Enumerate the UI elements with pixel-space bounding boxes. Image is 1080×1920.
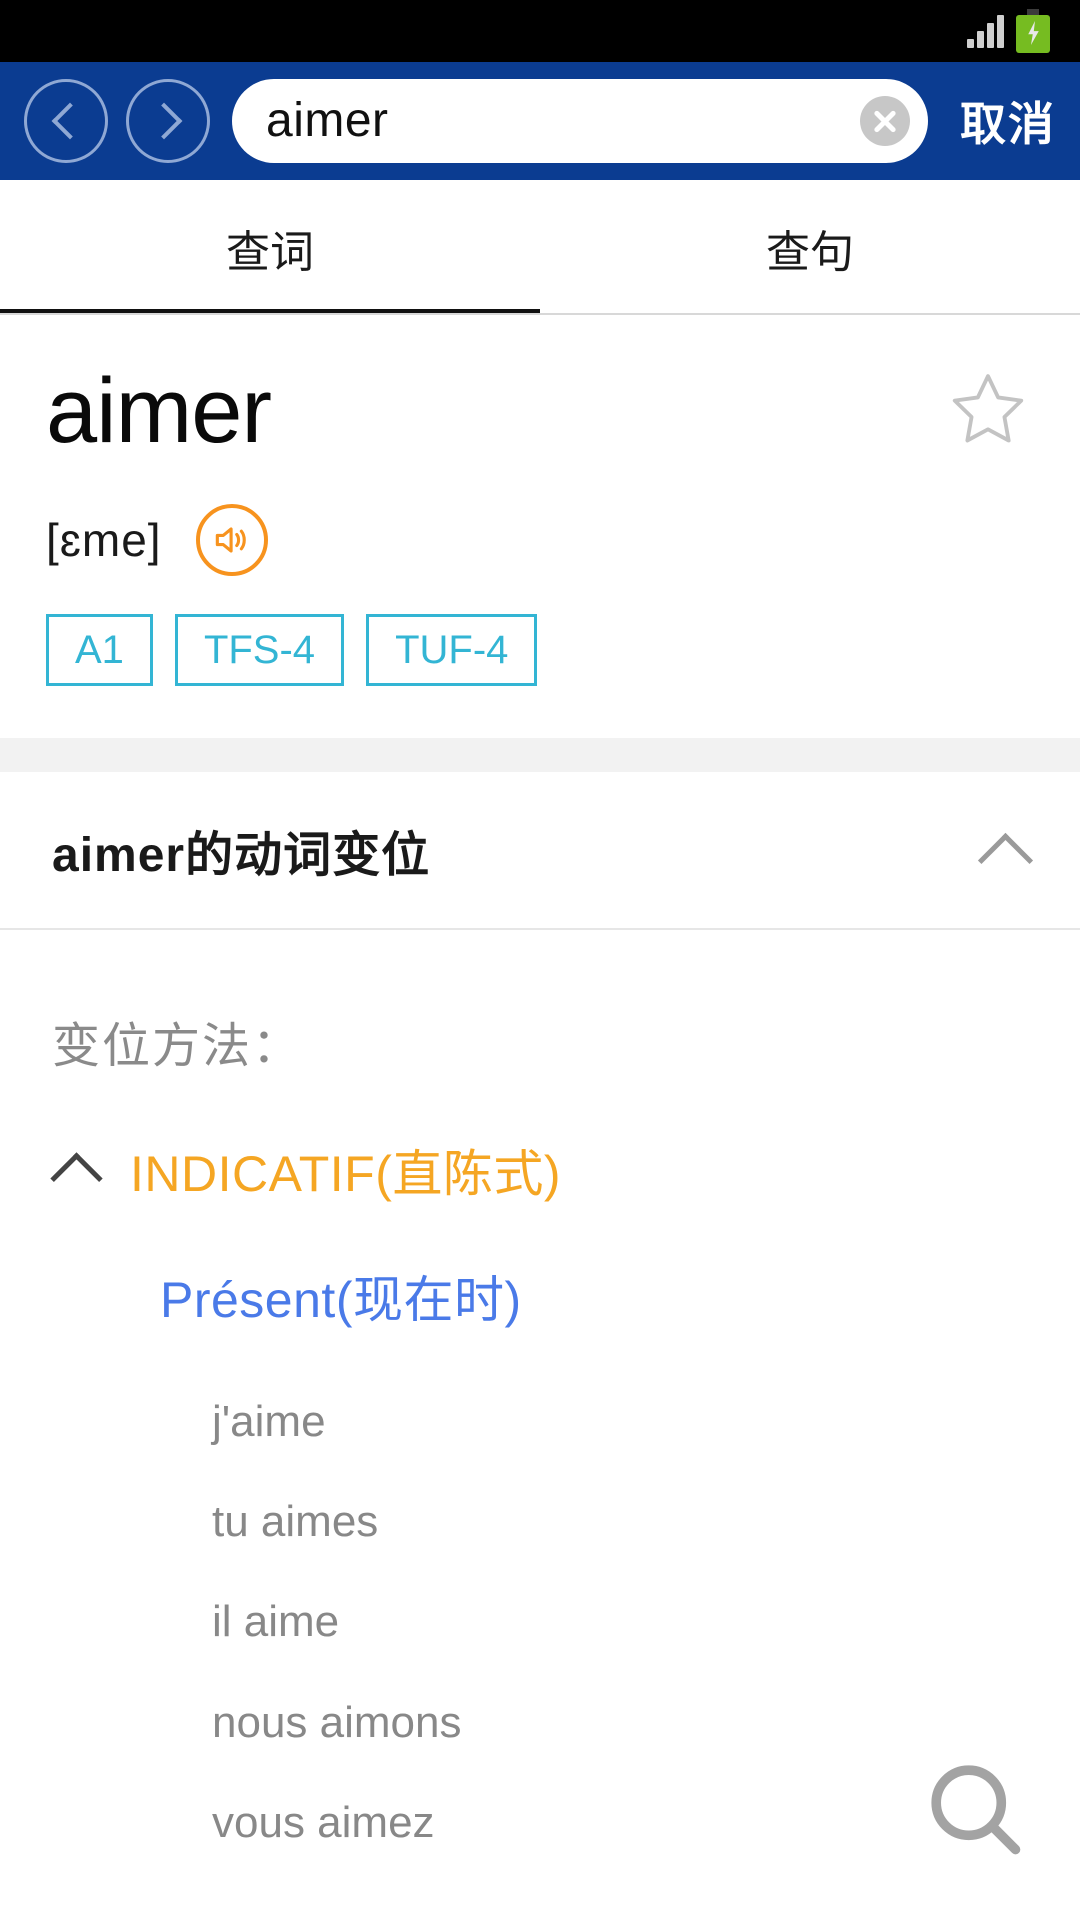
chevron-right-circle-icon [145, 102, 183, 140]
tense-label[interactable]: Présent(现在时) [0, 1206, 1080, 1332]
cancel-button[interactable]: 取消 [946, 88, 1056, 154]
tag-item[interactable]: TFS-4 [174, 613, 345, 686]
section-divider [0, 737, 1080, 772]
phonetic-text: [ɛme] [46, 513, 162, 566]
list-item: il aime [212, 1597, 340, 1647]
search-bar: aimer 取消 [0, 62, 1080, 180]
page-title: aimer [46, 360, 272, 462]
forward-button[interactable] [126, 79, 210, 163]
tab-bar: 查词 查句 [0, 180, 1080, 315]
tab-word-search-label: 查词 [226, 227, 314, 277]
conjugation-body: 变位方法： INDICATIF(直陈式) Présent(现在时) j'aime… [0, 930, 1080, 1874]
conjugation-section-title: aimer的动词变位 [52, 828, 431, 882]
entry-header: aimer [ɛme] A1 TFS-4 TUF-4 [0, 315, 1080, 686]
search-icon[interactable] [922, 1756, 1032, 1866]
signal-bars-icon [967, 14, 1004, 48]
search-input[interactable]: aimer [232, 79, 928, 163]
search-input-value: aimer [266, 94, 389, 147]
tag-item[interactable]: TUF-4 [366, 613, 538, 686]
list-item: tu aimes [212, 1496, 379, 1546]
app-screen: aimer 取消 查词 查句 aimer [ɛme] A1 TFS-4 TUF-… [0, 0, 1080, 1920]
mood-row[interactable]: INDICATIF(直陈式) [0, 1076, 1080, 1206]
back-button[interactable] [24, 79, 108, 163]
list-item: j'aime [212, 1396, 326, 1446]
list-item: nous aimons [212, 1697, 462, 1747]
speaker-icon[interactable] [195, 503, 268, 576]
conjugation-section-header[interactable]: aimer的动词变位 [0, 771, 1080, 930]
chevron-left-circle-icon [51, 102, 89, 140]
tag-list: A1 TFS-4 TUF-4 [46, 613, 1034, 686]
tab-sentence-search-label: 查句 [766, 227, 854, 277]
tab-word-search[interactable]: 查词 [0, 180, 540, 315]
conjugation-method-label: 变位方法： [52, 1019, 303, 1073]
battery-charging-icon [1016, 9, 1050, 53]
tag-item[interactable]: A1 [46, 613, 153, 686]
star-outline-icon[interactable] [946, 367, 1030, 451]
tab-sentence-search[interactable]: 查句 [540, 180, 1080, 315]
pronunciation-row: [ɛme] [46, 503, 1034, 576]
close-circle-icon[interactable] [860, 96, 910, 146]
status-bar [0, 0, 1080, 62]
chevron-up-icon[interactable] [52, 1150, 104, 1190]
list-item: vous aimez [212, 1798, 435, 1848]
mood-label: INDICATIF(直陈式) [130, 1145, 562, 1202]
chevron-up-icon[interactable] [982, 827, 1028, 873]
conjugation-form-list: j'aime tu aimes il aime nous aimons vous… [0, 1332, 1080, 1874]
